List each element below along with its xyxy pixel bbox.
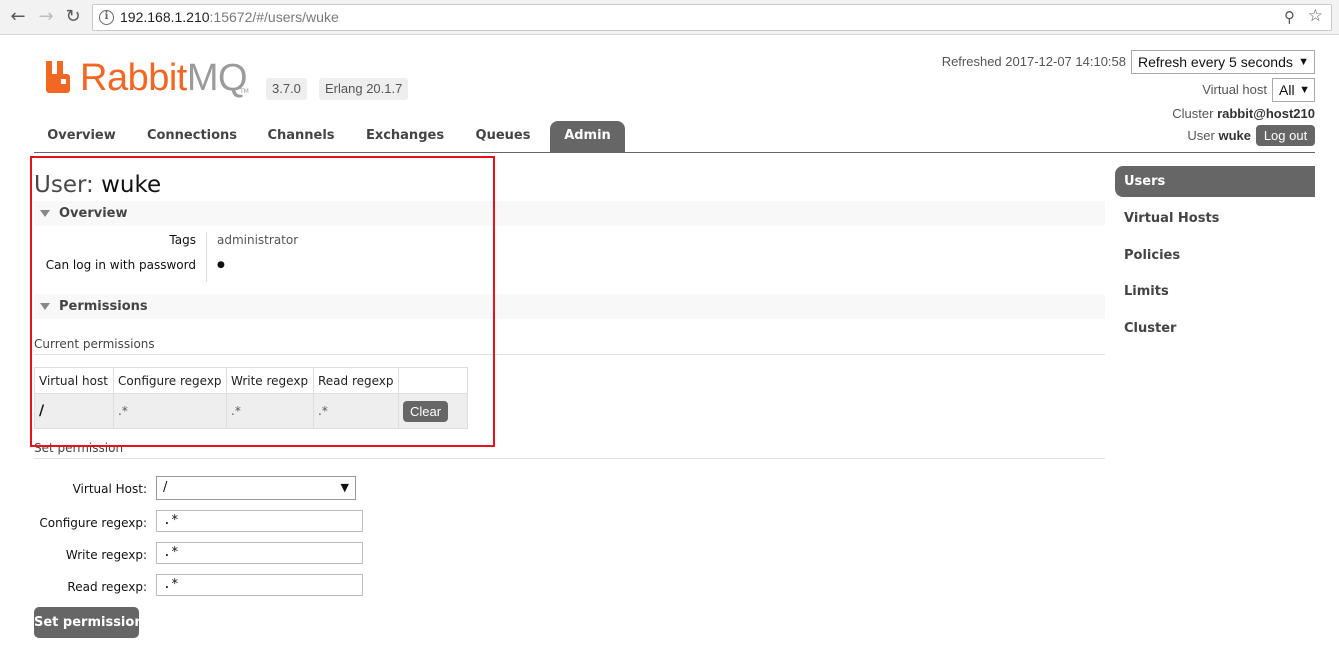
overview-divider <box>206 232 207 282</box>
virtual-host-field-label: Virtual Host: <box>72 482 147 496</box>
url-host: 192.168.1.210 <box>120 9 210 25</box>
logo-word-mq: MQ <box>186 57 248 99</box>
column-header-virtual-host: Virtual host <box>34 367 114 394</box>
logo-trademark: TM <box>240 88 249 95</box>
virtual-host-select[interactable]: All ▼ <box>1272 78 1315 102</box>
cell-actions: Clear <box>398 393 468 429</box>
page-title-prefix: User: <box>34 172 94 198</box>
sidebar-item-policies[interactable]: Policies <box>1115 240 1315 271</box>
set-permission-button[interactable]: Set permission <box>34 607 144 638</box>
tab-overview[interactable]: Overview <box>34 121 129 152</box>
tab-divider <box>34 152 1315 153</box>
sidebar-item-limits[interactable]: Limits <box>1115 276 1315 307</box>
cell-write-regexp: .* <box>226 393 314 429</box>
page-title-user: wuke <box>101 172 162 198</box>
virtual-host-field-value: / <box>163 480 168 495</box>
reload-icon[interactable]: ↻ <box>63 7 83 27</box>
virtual-host-value: All <box>1279 82 1295 98</box>
chevron-down-icon: ▼ <box>340 481 349 494</box>
forward-arrow-icon[interactable]: → <box>36 7 56 27</box>
clear-permission-button[interactable]: Clear <box>403 400 449 422</box>
tab-admin[interactable]: Admin <box>550 121 625 152</box>
refreshed-timestamp: Refreshed 2017-12-07 14:10:58 <box>941 54 1126 69</box>
rabbitmq-logo-icon <box>46 61 70 93</box>
configure-regexp-input[interactable]: .* <box>156 510 363 532</box>
overview-section-title: Overview <box>59 206 128 221</box>
overview-section-header[interactable]: Overview <box>34 201 1105 226</box>
cell-read-regexp: .* <box>313 393 399 429</box>
cluster-name: rabbit@host210 <box>1217 106 1315 121</box>
table-row: / .* .* .* Clear <box>34 393 468 429</box>
tab-queues[interactable]: Queues <box>466 121 540 152</box>
permissions-section-title: Permissions <box>59 299 148 314</box>
sidebar-item-virtual-hosts[interactable]: Virtual Hosts <box>1115 203 1315 234</box>
refresh-interval-select[interactable]: Refresh every 5 seconds ▼ <box>1131 50 1315 74</box>
info-icon[interactable]: i <box>99 10 114 25</box>
address-bar[interactable]: i 192.168.1.210:15672/#/users/wuke ⚲ ☆ <box>92 4 1332 31</box>
tab-channels[interactable]: Channels <box>258 121 344 152</box>
cell-virtual-host: / <box>34 393 114 429</box>
set-permission-rule <box>34 458 1105 459</box>
page-title: User: wuke <box>34 172 161 198</box>
table-header-row: Virtual host Configure regexp Write rege… <box>34 367 468 394</box>
write-regexp-input[interactable]: .* <box>156 542 363 564</box>
cell-configure-regexp: .* <box>113 393 227 429</box>
virtual-host-label: Virtual host <box>1202 82 1267 97</box>
sidebar-item-cluster[interactable]: Cluster <box>1115 313 1315 344</box>
current-permissions-heading: Current permissions <box>34 337 155 351</box>
chevron-down-icon: ▼ <box>1299 84 1310 96</box>
tab-exchanges[interactable]: Exchanges <box>358 121 452 152</box>
column-header-write: Write regexp <box>226 367 314 394</box>
refresh-interval-value: Refresh every 5 seconds <box>1138 54 1293 70</box>
sidebar-item-users[interactable]: Users <box>1115 166 1315 197</box>
logo-word-rabbit: Rabbit <box>80 57 187 99</box>
logo-wordmark: RabbitMQ <box>80 57 248 99</box>
read-regexp-label: Read regexp: <box>67 580 147 594</box>
tags-label: Tags <box>169 233 196 247</box>
tags-value: administrator <box>217 233 299 247</box>
chevron-down-icon: ▼ <box>1298 56 1309 68</box>
current-permissions-rule <box>34 354 1105 355</box>
rabbitmq-logo[interactable]: RabbitMQ TM <box>44 57 254 99</box>
bookmark-star-icon[interactable]: ☆ <box>1308 6 1323 26</box>
permissions-table: Virtual host Configure regexp Write rege… <box>34 367 468 429</box>
read-regexp-input[interactable]: .* <box>156 574 363 596</box>
collapse-triangle-icon <box>40 210 50 217</box>
collapse-triangle-icon <box>40 303 50 310</box>
column-header-actions <box>398 367 468 394</box>
configure-regexp-label: Configure regexp: <box>39 516 147 530</box>
back-arrow-icon[interactable]: ← <box>8 7 28 27</box>
version-badge: 3.7.0 <box>266 78 307 100</box>
erlang-version-badge: Erlang 20.1.7 <box>319 78 409 100</box>
url-path: :15672/#/users/wuke <box>209 9 339 25</box>
cluster-label: Cluster <box>1172 106 1214 121</box>
write-regexp-label: Write regexp: <box>65 548 147 562</box>
column-header-configure: Configure regexp <box>113 367 227 394</box>
key-icon[interactable]: ⚲ <box>1284 8 1295 26</box>
set-permission-heading: Set permission <box>34 441 124 455</box>
permissions-section-header[interactable]: Permissions <box>34 294 1105 319</box>
password-login-value: ● <box>217 260 225 270</box>
column-header-read: Read regexp <box>313 367 399 394</box>
url-text[interactable]: 192.168.1.210:15672/#/users/wuke <box>120 9 339 25</box>
cluster-info: Cluster rabbit@host210 <box>1172 106 1315 121</box>
main-tabs: Overview Connections Channels Exchanges … <box>34 121 1315 153</box>
virtual-host-field-select[interactable]: / ▼ <box>156 476 356 500</box>
browser-toolbar: ← → ↻ i 192.168.1.210:15672/#/users/wuke… <box>0 0 1339 35</box>
tab-connections[interactable]: Connections <box>137 121 247 152</box>
password-login-label: Can log in with password <box>45 258 196 272</box>
